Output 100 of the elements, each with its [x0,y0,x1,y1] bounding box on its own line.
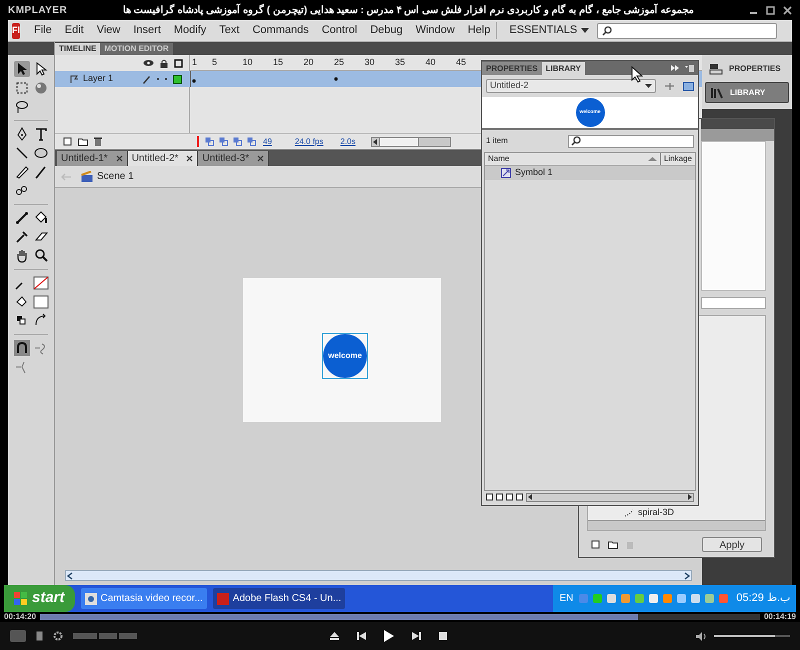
search-icon[interactable] [33,248,49,264]
menu-item[interactable]: Edit [58,22,90,39]
menu-item[interactable]: Commands [246,22,315,39]
pointer-icon [631,66,643,83]
apply-button[interactable]: Apply [702,536,762,552]
column-header[interactable]: Name [488,153,648,165]
menu-item[interactable]: Insert [127,22,167,39]
menu-item[interactable]: Window [410,22,461,39]
menu-item[interactable]: Modify [168,22,212,39]
library-item[interactable]: Symbol 1 [485,166,695,180]
player-logo: KMPLAYER [8,4,68,18]
tab-label: Untitled-3* [202,152,250,166]
document-dropdown[interactable]: Untitled-2 [486,79,656,93]
speaker-icon[interactable] [696,632,706,640]
scrollbar[interactable] [370,136,450,146]
next-icon[interactable] [412,632,421,640]
panel-tab[interactable]: LIBRARY [542,62,585,75]
document-tab[interactable]: Untitled-3* [198,151,270,166]
clapperboard-icon [81,171,93,182]
preset-item[interactable]: spiral-3D [638,506,674,520]
symbol-icon [501,168,511,178]
onion-outline-icon[interactable] [219,137,228,146]
bucket-icon[interactable] [33,210,49,226]
menu-item[interactable]: Debug [364,22,409,39]
no-color-swatch-icon[interactable] [33,275,49,291]
frame-number: 40 [426,56,437,69]
panel-tab[interactable]: PROPERTIES [482,62,542,75]
column-header[interactable]: Linkage [660,153,692,165]
close-icon[interactable] [116,155,123,162]
search-field[interactable] [701,297,766,309]
text-icon[interactable] [33,126,49,142]
fill-swatch-icon[interactable] [33,294,49,310]
pencil-icon[interactable] [14,164,30,180]
pin-icon[interactable] [664,82,675,90]
onion-skin-icon[interactable] [205,137,214,146]
bone-icon[interactable] [14,210,30,226]
right-arrow-icon [687,494,693,500]
new-preset-icon[interactable] [591,540,600,548]
document-tab[interactable]: Untitled-2* [128,151,198,166]
scrollbar[interactable] [65,570,692,581]
selected-symbol[interactable]: welcome [322,333,368,379]
format-badges-icon [73,633,139,639]
language-indicator[interactable]: EN [559,591,574,606]
frame-rate[interactable]: 24.0 fps [294,136,324,148]
clock: 05:29 ب.ظ [736,591,790,606]
close-icon[interactable] [186,155,194,162]
properties-icon [709,62,723,74]
eyedropper-icon[interactable] [14,229,30,245]
panel-button[interactable]: LIBRARY [705,82,789,103]
scrollbar[interactable] [526,492,694,502]
document-tab[interactable]: Untitled-1* [57,151,128,166]
workspace-menu[interactable]: ESSENTIALS [509,22,590,39]
menu-item[interactable]: Help [462,22,496,39]
new-library-icon[interactable] [683,82,694,90]
frame-number: 15 [273,56,284,69]
current-frame[interactable]: 49 [263,136,272,148]
edit-frames-icon[interactable] [233,137,242,146]
scrollbar[interactable] [588,520,765,530]
search-icon [571,136,581,146]
taskbar-button[interactable]: Camtasia video recor... [80,588,207,609]
app-icon [84,592,97,604]
lasso-icon[interactable] [14,99,30,115]
search-field[interactable] [597,22,778,38]
marker-range-icon[interactable] [247,137,256,146]
window-title: مجموعه آموزشی جامع ، گام به گام و کاربردی نرم افزار فلش سی اس ۴ مدرس : سعید هدایی (تیچرمن ) گروه آموزشی پادشاه گرافیست ها [122,2,694,18]
panel-menu-icon[interactable] [685,64,694,72]
close-icon[interactable] [783,6,792,14]
elapsed-time[interactable]: 2.0s [340,136,356,148]
layer-icon [69,74,79,84]
play-icon[interactable] [384,630,394,642]
total-time: 00:14:19 [764,611,796,623]
maximize-icon[interactable] [766,6,775,14]
new-layer-icon[interactable] [63,137,72,146]
dropdown-value: Untitled-2 [490,79,529,92]
menu-item[interactable]: View [90,22,126,39]
sort-icon [648,157,657,161]
menu-item[interactable]: File [28,22,58,39]
dotted-path-icon [624,509,634,517]
oval-icon[interactable] [33,145,49,161]
start-button[interactable]: start [4,585,75,612]
previous-icon[interactable] [357,632,366,640]
line-icon[interactable] [14,145,30,161]
panel-tab[interactable]: TIMELINE [55,43,100,55]
scene-label[interactable]: Scene 1 [97,169,134,184]
search-field[interactable] [568,134,694,148]
close-icon[interactable] [257,155,264,162]
magnet-icon[interactable] [14,340,30,356]
frame-number: 10 [242,56,254,69]
flash-icon [216,592,229,604]
item-count: 1 item [486,135,509,147]
menu-item[interactable]: Text [213,22,246,39]
eject-icon[interactable] [330,632,339,640]
taskbar-button[interactable]: Adobe Flash CS4 - Un... [212,588,346,609]
menu-item[interactable]: Control [316,22,364,39]
eye-icon [143,59,154,67]
settings-icon[interactable] [53,631,63,641]
layer-row[interactable]: Layer 1 [55,71,190,87]
keyframe-icon [334,77,338,81]
transform-icon[interactable] [14,80,30,96]
seek-bar[interactable] [40,614,760,620]
